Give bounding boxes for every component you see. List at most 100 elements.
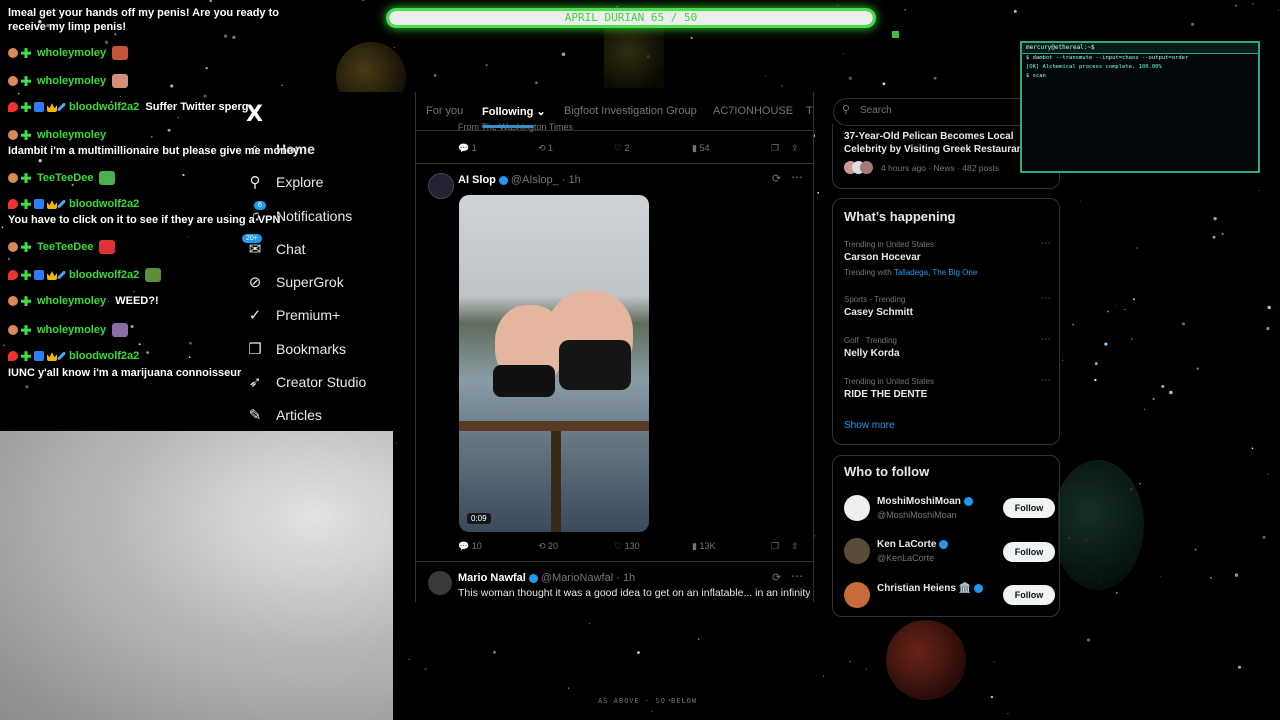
retweet-count: 1 [548,143,554,153]
chat-message: You have to click on it to see if they a… [8,214,280,226]
avatar[interactable] [844,538,870,564]
bookmark-button[interactable]: ❐ [771,143,779,154]
chevron-down-icon: ⌄ [536,106,546,118]
star [933,76,937,80]
terminal-title: mercury@ethereal:~$ [1022,43,1258,54]
emote-icon [112,46,129,60]
views-button[interactable]: ▮ 54 [692,143,709,154]
grok-icon[interactable]: ⟳ [772,172,781,185]
like-button[interactable]: ♡ 2 [614,143,630,154]
views-button[interactable]: ▮ 13K [692,541,715,552]
tab-for-you[interactable]: For you [426,105,463,117]
chat-username[interactable]: bloodwolf2a2 [69,350,139,362]
star [765,75,767,77]
tab-actionhouse[interactable]: AC7IONHOUSE [713,105,793,117]
chat-badges [8,47,34,59]
reply-button[interactable]: 💬 1 [458,143,477,154]
chat-username[interactable]: wholeymoley [37,295,106,307]
chat-username[interactable]: wholeymoley [37,75,106,87]
chat-username[interactable]: bloodwolf2a2 [69,269,139,281]
star [1262,535,1266,539]
star [1136,247,1138,249]
retweet-button[interactable]: ⟲ 1 [538,143,553,154]
chat-username[interactable]: wholeymoley [37,324,106,336]
chat-username[interactable]: wholeymoley [37,129,106,141]
trend-links[interactable]: Talladega, The Big One [894,268,977,277]
star [690,36,693,39]
share-button[interactable]: ⇪ [791,541,799,552]
chat-username[interactable]: TeeTeeDee [37,172,93,184]
chat-badges [8,101,67,113]
bookmark-button[interactable]: ❐ [771,541,779,552]
star [1080,200,1081,202]
trend-name[interactable]: Nelly Korda [844,348,900,359]
follow-name[interactable]: MoshiMoshiMoan [877,496,961,507]
star [433,74,437,77]
chat-username[interactable]: bloodwolf2a2 [69,198,139,210]
more-icon[interactable]: ⋯ [1041,375,1051,386]
footer-caption: AS ABOVE · SO BELOW [598,697,698,705]
tab-more[interactable]: T [806,105,813,117]
star [1115,591,1118,594]
star [1104,342,1108,346]
star [823,675,825,677]
like-button[interactable]: ♡ 130 [614,541,640,552]
follow-button[interactable]: Follow [1003,585,1055,605]
chat-text: Suffer Twitter sperg [145,101,249,113]
grok-icon[interactable]: ⟳ [772,571,781,584]
tweet-time[interactable]: 1h [569,174,581,186]
tab-bigfoot[interactable]: Bigfoot Investigation Group [564,105,697,117]
author-name[interactable]: Mario Nawfal [458,572,526,584]
share-button[interactable]: ⇪ [791,143,799,154]
more-icon[interactable]: ⋯ [1041,334,1051,345]
avatar[interactable] [428,173,454,199]
tweet-time[interactable]: 1h [623,572,635,584]
star [393,47,395,48]
chat-username[interactable]: wholeymoley [37,47,106,59]
star [1013,9,1017,13]
verified-icon [498,175,508,185]
tab-following[interactable]: Following ⌄ [482,105,546,118]
trend-name[interactable]: Casey Schmitt [844,307,913,318]
chat-message: wholeymoley [8,129,106,141]
more-icon[interactable]: ⋯ [791,569,803,583]
star [1152,397,1155,401]
follow-handle[interactable]: @MoshiMoshiMoan [877,510,957,520]
follow-handle[interactable]: @KenLaCorte [877,553,934,563]
emote-icon [145,268,162,282]
more-icon[interactable]: ⋯ [1041,293,1051,304]
more-icon[interactable]: ⋯ [791,170,803,184]
trend-name[interactable]: Carson Hocevar [844,252,921,263]
chat-message: lmeal get your hands off my penis! Are y… [8,6,298,34]
tweet-video[interactable]: 0:09 [459,195,649,532]
show-more-link[interactable]: Show more [844,420,895,431]
more-icon[interactable]: ⋯ [1041,238,1051,249]
follow-name[interactable]: Christian Heiens 🏛️ [877,583,971,594]
star [1062,359,1064,361]
search-input[interactable] [860,105,1040,116]
follow-name[interactable]: Ken LaCorte [877,539,936,550]
retweet-count: 20 [548,541,559,551]
avatar[interactable] [844,582,870,608]
retweet-button[interactable]: ⟲ 20 [538,541,558,552]
star [1007,713,1009,715]
follow-button[interactable]: Follow [1003,542,1055,562]
author-handle[interactable]: @AIslop_ [511,174,559,186]
avatar[interactable] [844,495,870,521]
avatar[interactable] [428,571,452,595]
trend-name[interactable]: RIDE THE DENTE [844,389,927,400]
author-name[interactable]: AI Slop [458,174,496,186]
author-handle[interactable]: @MarioNawfal [541,572,613,584]
follow-button[interactable]: Follow [1003,498,1055,518]
star [817,192,820,194]
reply-button[interactable]: 💬 10 [458,541,482,552]
chat-username[interactable]: TeeTeeDee [37,241,93,253]
star [1252,3,1254,5]
video-figure [493,365,555,397]
star [637,651,640,654]
star [485,63,488,67]
terminal-window[interactable]: mercury@ethereal:~$ $ dambot --transmute… [1020,41,1260,173]
star [651,710,653,712]
chat-username[interactable]: bloodwolf2a2 [69,101,139,113]
chat-message: bloodwolf2a2 [8,350,139,362]
